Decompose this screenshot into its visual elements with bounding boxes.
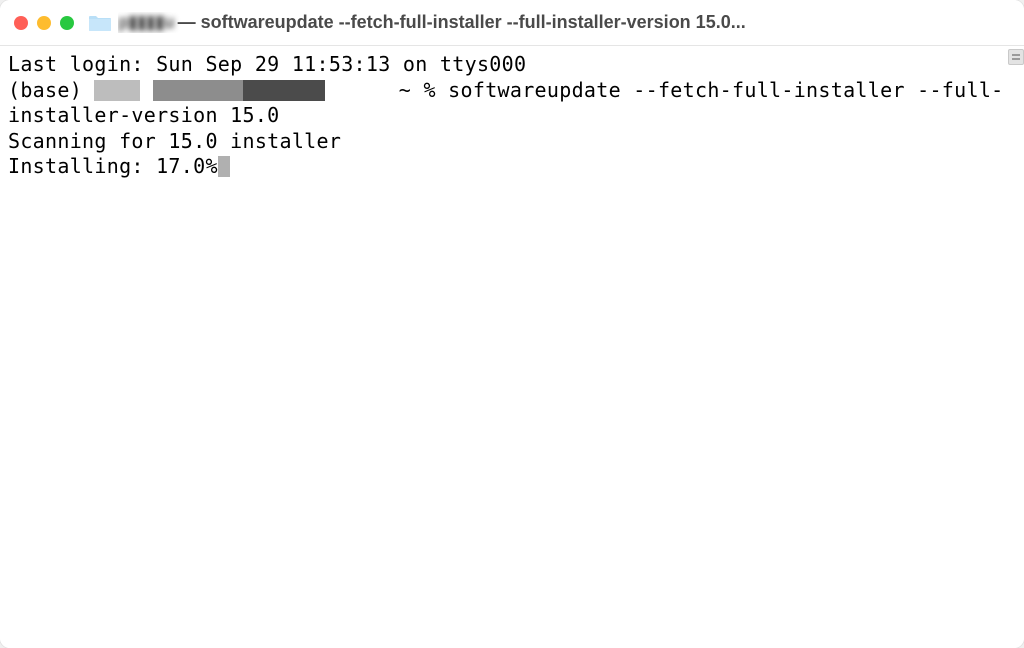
- prompt-prefix: (base): [8, 78, 94, 102]
- redacted-segment: [94, 80, 140, 101]
- scroll-indicator-icon[interactable]: [1008, 49, 1024, 65]
- window-titlebar: p▮▮▮▮u — softwareupdate --fetch-full-ins…: [0, 0, 1024, 46]
- traffic-lights: [14, 16, 74, 30]
- prompt-tilde: ~ %: [386, 78, 448, 102]
- prompt-line: (base) ~ % softwareupdate --fetch-full-i…: [8, 78, 1016, 104]
- installing-text: Installing: 17.0%: [8, 154, 218, 178]
- scanning-line: Scanning for 15.0 installer: [8, 129, 1016, 155]
- last-login-line: Last login: Sun Sep 29 11:53:13 on ttys0…: [8, 52, 1016, 78]
- redacted-segment: [243, 80, 325, 101]
- title-main-segment: — softwareupdate --fetch-full-installer …: [178, 12, 746, 33]
- title-redacted-segment: p▮▮▮▮u: [118, 12, 174, 33]
- terminal-body[interactable]: Last login: Sun Sep 29 11:53:13 on ttys0…: [0, 46, 1024, 648]
- command-continuation-line: installer-version 15.0: [8, 103, 1016, 129]
- installing-line: Installing: 17.0%: [8, 154, 1016, 180]
- cursor: [218, 156, 230, 177]
- window-title: p▮▮▮▮u — softwareupdate --fetch-full-ins…: [118, 12, 1010, 33]
- folder-icon: [88, 14, 112, 32]
- redacted-segment: [153, 80, 243, 101]
- terminal-window: p▮▮▮▮u — softwareupdate --fetch-full-ins…: [0, 0, 1024, 648]
- command-text-part1: softwareupdate --fetch-full-installer --…: [448, 78, 1003, 102]
- close-button[interactable]: [14, 16, 28, 30]
- maximize-button[interactable]: [60, 16, 74, 30]
- minimize-button[interactable]: [37, 16, 51, 30]
